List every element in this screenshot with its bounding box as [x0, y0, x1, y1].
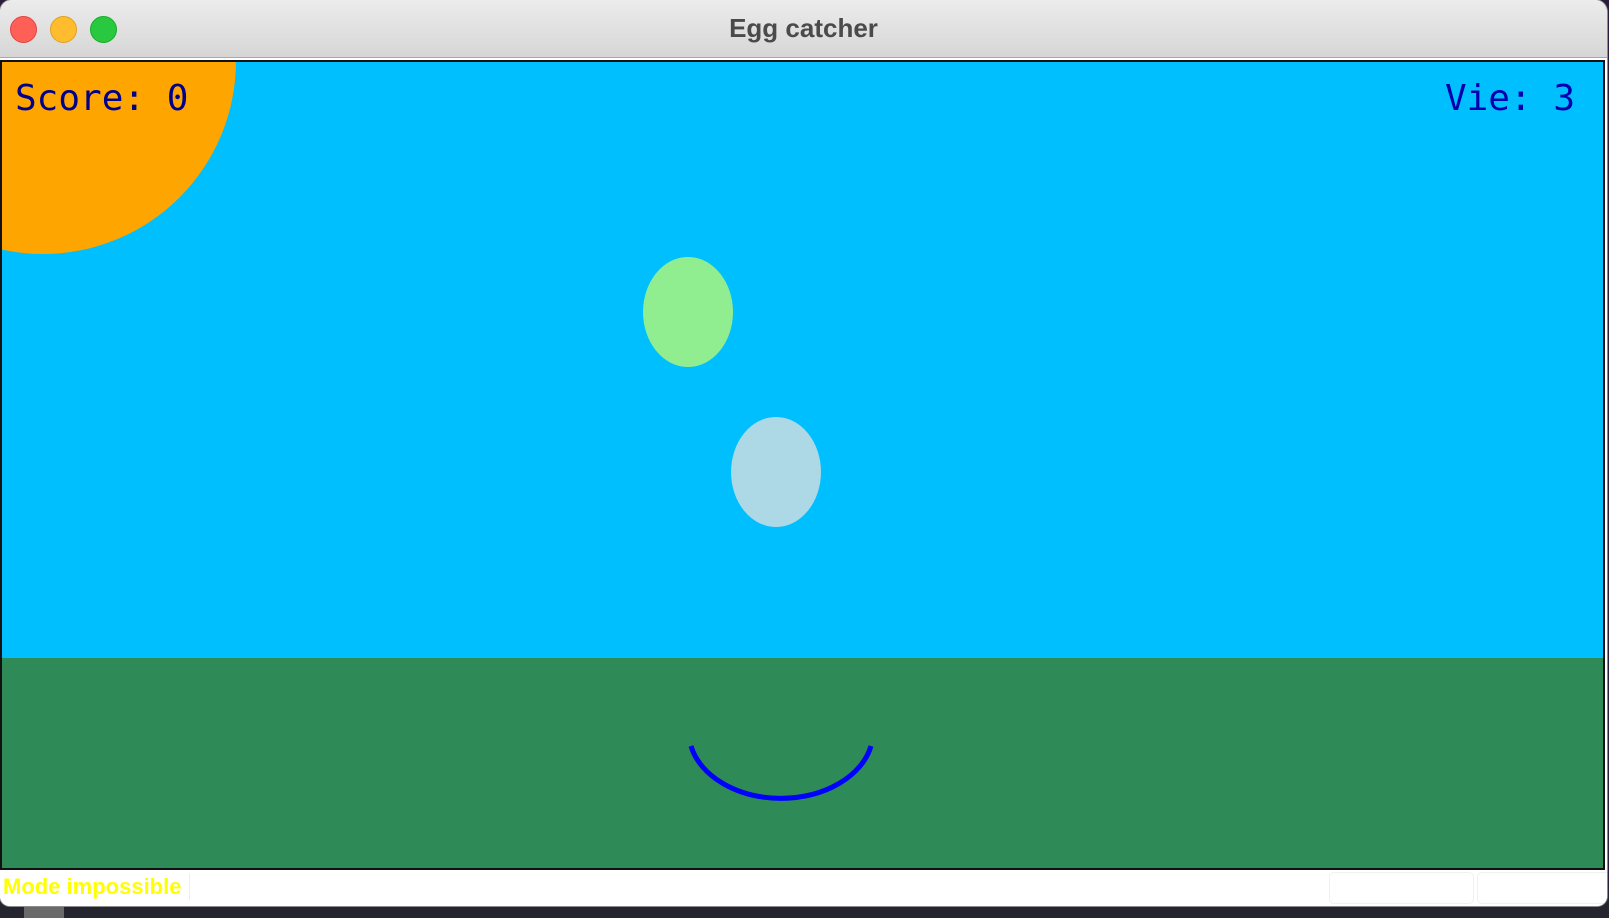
falling-egg — [731, 417, 821, 527]
egg-catcher[interactable] — [686, 742, 876, 812]
window-title: Egg catcher — [729, 13, 878, 43]
score-label: Score: 0 — [15, 78, 189, 119]
catcher-arc — [688, 745, 874, 801]
status-button[interactable] — [1477, 872, 1607, 904]
falling-egg — [643, 257, 733, 367]
lives-label: Vie: 3 — [1444, 78, 1575, 119]
status-button[interactable] — [1329, 872, 1474, 904]
status-bar: Mode impossible — [0, 870, 1607, 906]
title-bar[interactable]: Egg catcher — [0, 0, 1607, 58]
app-window: Egg catcher Score: 0 Vie: 3 Mode impossi… — [0, 0, 1607, 906]
game-canvas[interactable]: Score: 0 Vie: 3 — [0, 60, 1605, 870]
mode-label: Mode impossible — [3, 874, 191, 900]
